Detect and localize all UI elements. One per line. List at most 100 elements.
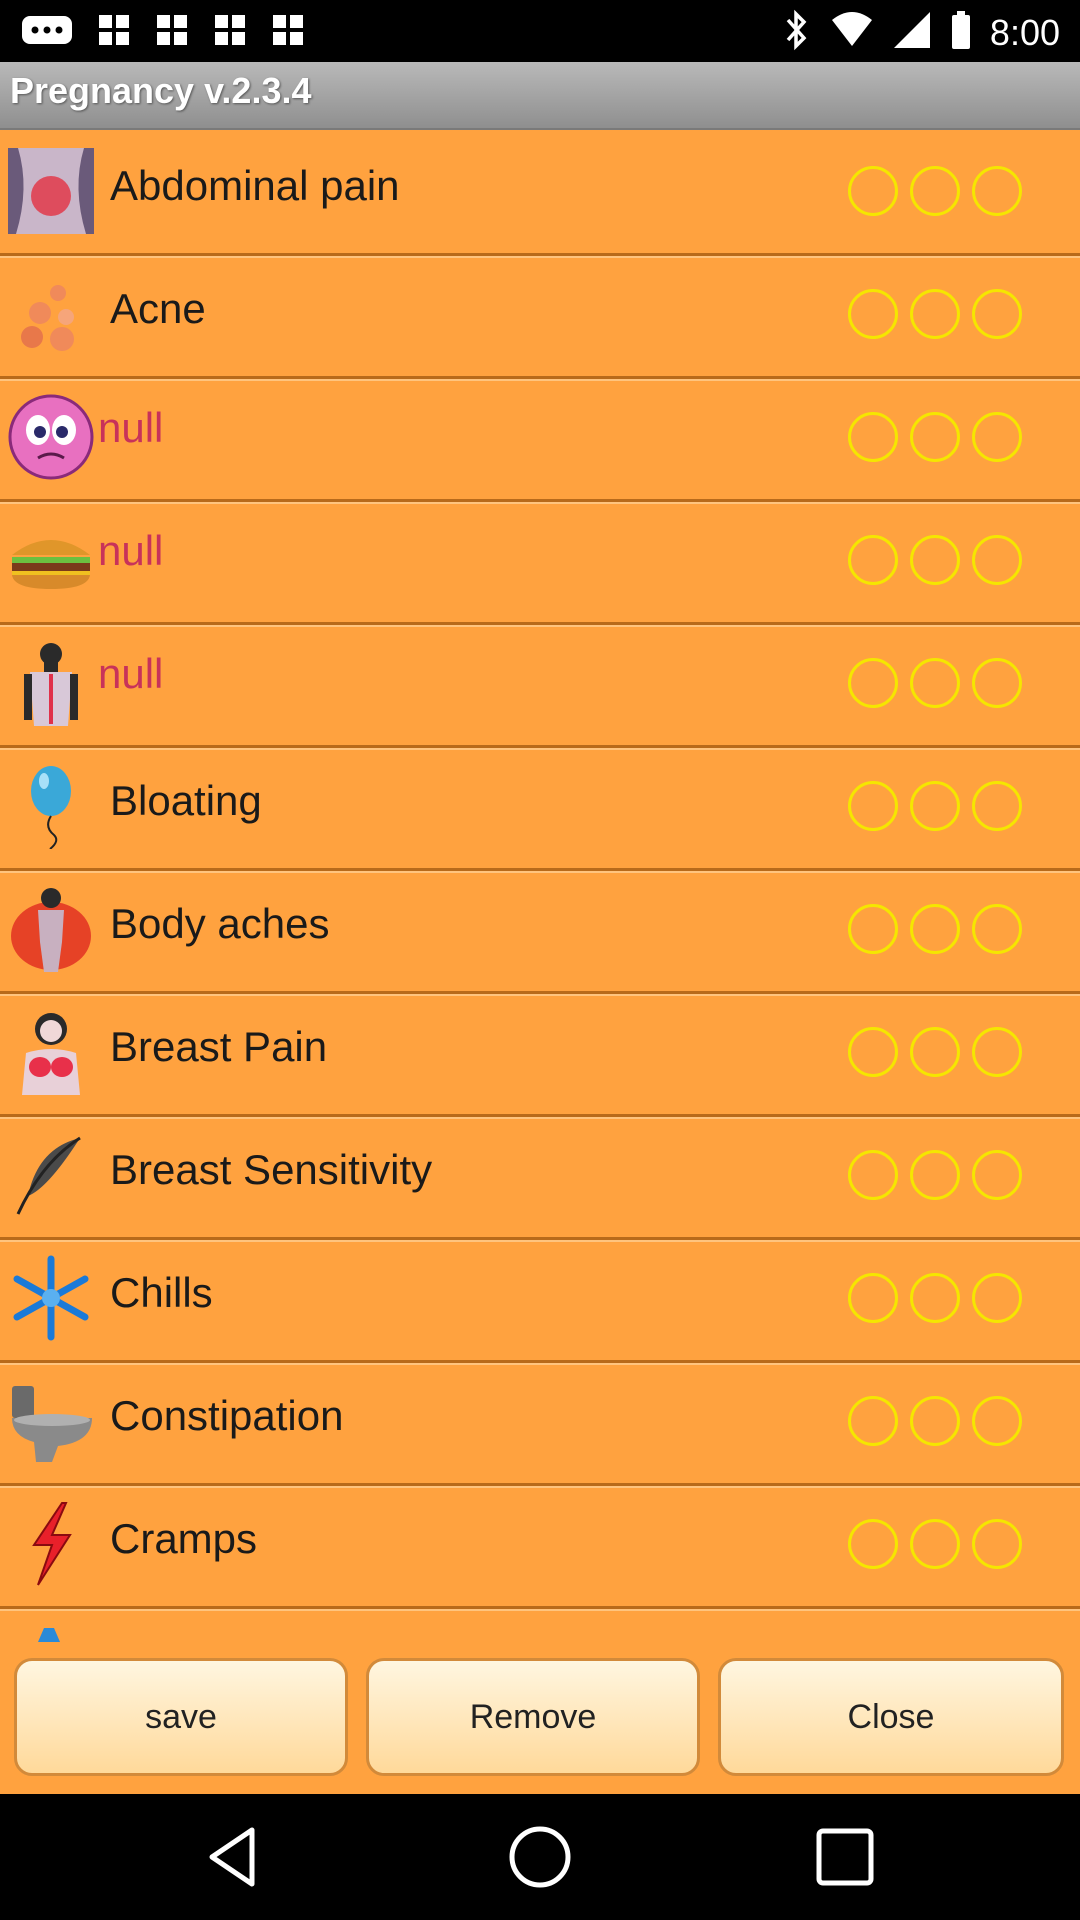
severity-dot-3[interactable]: [972, 1150, 1022, 1200]
severity-rating[interactable]: [848, 658, 1022, 708]
back-pain-icon: [8, 640, 94, 726]
severity-dot-2[interactable]: [910, 289, 960, 339]
status-bar: 8:00: [0, 0, 1080, 62]
abdomen-icon: [8, 148, 94, 234]
home-icon[interactable]: [505, 1822, 575, 1892]
app-title: Pregnancy v.2.3.4: [10, 70, 312, 111]
symptom-label: Breast Sensitivity: [110, 1146, 433, 1193]
symptom-label: null: [98, 650, 164, 697]
severity-dot-3[interactable]: [972, 1519, 1022, 1569]
severity-dot-2[interactable]: [910, 1150, 960, 1200]
wifi-icon: [830, 10, 874, 55]
symptom-row-null-3[interactable]: null: [0, 622, 1080, 748]
battery-icon: [950, 10, 972, 55]
recents-icon[interactable]: [810, 1822, 880, 1892]
severity-rating[interactable]: [848, 535, 1022, 585]
body-icon: [8, 886, 94, 972]
symptom-row-acne[interactable]: Acne: [0, 253, 1080, 379]
severity-dot-2[interactable]: [910, 412, 960, 462]
severity-dot-1[interactable]: [848, 1150, 898, 1200]
symptom-row-bloating[interactable]: Bloating: [0, 745, 1080, 871]
feather-icon: [8, 1132, 94, 1218]
grid-icon-2: [154, 12, 190, 53]
severity-dot-1[interactable]: [848, 1273, 898, 1323]
severity-dot-3[interactable]: [972, 781, 1022, 831]
symptom-row-null-2[interactable]: null: [0, 499, 1080, 625]
symptom-row-chills[interactable]: Chills: [0, 1237, 1080, 1363]
severity-rating[interactable]: [848, 1396, 1022, 1446]
symptom-label: null: [98, 527, 164, 574]
severity-dot-2[interactable]: [910, 1396, 960, 1446]
severity-dot-3[interactable]: [972, 289, 1022, 339]
severity-dot-3[interactable]: [972, 904, 1022, 954]
severity-dot-1[interactable]: [848, 1396, 898, 1446]
severity-dot-2[interactable]: [910, 1519, 960, 1569]
symptom-label: Acne: [110, 285, 206, 332]
severity-dot-1[interactable]: [848, 166, 898, 216]
severity-dot-2[interactable]: [910, 1273, 960, 1323]
severity-rating[interactable]: [848, 781, 1022, 831]
symptom-label: Breast Pain: [110, 1023, 328, 1070]
symptom-label: Cramps: [110, 1515, 258, 1562]
symptom-label: Constipation: [110, 1392, 344, 1439]
severity-dot-3[interactable]: [972, 1273, 1022, 1323]
breast-icon: [8, 1009, 94, 1095]
severity-rating[interactable]: [848, 289, 1022, 339]
severity-dot-3[interactable]: [972, 535, 1022, 585]
severity-rating[interactable]: [848, 412, 1022, 462]
save-button[interactable]: save: [14, 1658, 348, 1776]
face-emoji-icon: [8, 394, 94, 480]
symptom-row-constipation[interactable]: Constipation: [0, 1360, 1080, 1486]
messages-icon: [20, 12, 74, 53]
severity-rating[interactable]: [848, 166, 1022, 216]
severity-rating[interactable]: [848, 1519, 1022, 1569]
back-icon[interactable]: [200, 1822, 270, 1892]
acne-dots-icon: [8, 271, 94, 357]
severity-dot-2[interactable]: [910, 904, 960, 954]
balloon-icon: [8, 763, 94, 850]
severity-dot-2[interactable]: [910, 535, 960, 585]
grid-icon-4: [270, 12, 306, 53]
severity-dot-1[interactable]: [848, 289, 898, 339]
symptom-row-breast-pain[interactable]: Breast Pain: [0, 991, 1080, 1117]
title-bar: Pregnancy v.2.3.4: [0, 62, 1080, 130]
severity-dot-3[interactable]: [972, 1027, 1022, 1077]
severity-rating[interactable]: [848, 1027, 1022, 1077]
severity-dot-3[interactable]: [972, 1396, 1022, 1446]
symptom-label: null: [98, 404, 164, 451]
lightning-icon: [8, 1501, 94, 1587]
severity-dot-2[interactable]: [910, 658, 960, 708]
severity-dot-1[interactable]: [848, 535, 898, 585]
severity-rating[interactable]: [848, 1273, 1022, 1323]
remove-button[interactable]: Remove: [366, 1658, 700, 1776]
symptom-label: Body aches: [110, 900, 330, 947]
symptom-row-partial[interactable]: [0, 1606, 1080, 1642]
symptom-row-null-1[interactable]: null: [0, 376, 1080, 502]
severity-dot-3[interactable]: [972, 166, 1022, 216]
severity-dot-2[interactable]: [910, 781, 960, 831]
symptom-row-abdominal-pain[interactable]: Abdominal pain: [0, 130, 1080, 256]
clock: 8:00: [989, 11, 1060, 53]
symptom-label: Chills: [110, 1269, 213, 1316]
severity-dot-1[interactable]: [848, 1519, 898, 1569]
symptom-list[interactable]: Abdominal pain Acne null null null Bloat…: [0, 130, 1080, 1642]
severity-dot-3[interactable]: [972, 658, 1022, 708]
partial-icon: [8, 1628, 94, 1642]
severity-dot-3[interactable]: [972, 412, 1022, 462]
symptom-row-body-aches[interactable]: Body aches: [0, 868, 1080, 994]
severity-dot-1[interactable]: [848, 904, 898, 954]
severity-dot-2[interactable]: [910, 1027, 960, 1077]
severity-rating[interactable]: [848, 904, 1022, 954]
symptom-label: Abdominal pain: [110, 162, 400, 209]
symptom-row-breast-sensitivity[interactable]: Breast Sensitivity: [0, 1114, 1080, 1240]
severity-dot-1[interactable]: [848, 412, 898, 462]
severity-dot-1[interactable]: [848, 658, 898, 708]
burger-icon: [8, 517, 94, 603]
severity-dot-1[interactable]: [848, 781, 898, 831]
grid-icon-1: [96, 12, 132, 53]
severity-dot-1[interactable]: [848, 1027, 898, 1077]
close-button[interactable]: Close: [718, 1658, 1064, 1776]
severity-rating[interactable]: [848, 1150, 1022, 1200]
symptom-row-cramps[interactable]: Cramps: [0, 1483, 1080, 1609]
severity-dot-2[interactable]: [910, 166, 960, 216]
